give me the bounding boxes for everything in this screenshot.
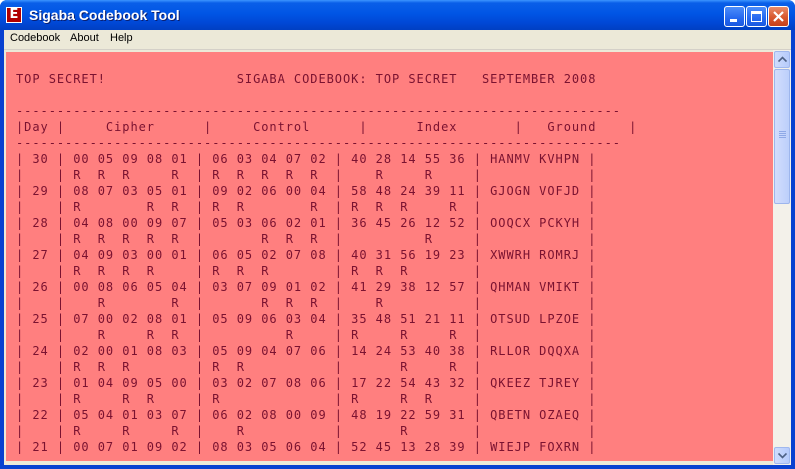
codebook-line: | | R R R R R | R R R | R | | — [16, 232, 597, 246]
codebook-line: | | R R R | R | R | | — [16, 424, 597, 438]
chevron-up-icon — [778, 56, 787, 63]
sigaba-app-icon[interactable]: E — [6, 7, 22, 23]
vertical-scrollbar[interactable] — [773, 50, 791, 465]
codebook-line: | | R R R | R | R R R | | — [16, 392, 597, 406]
maximize-button[interactable] — [746, 6, 767, 27]
window-title: Sigaba Codebook Tool — [29, 7, 180, 23]
menu-codebook[interactable]: Codebook — [10, 32, 60, 44]
client-area: TOP SECRET! SIGABA CODEBOOK: TOP SECRET … — [4, 50, 791, 465]
menu-about[interactable]: About — [70, 32, 99, 44]
codebook-line: | 28 | 04 08 00 09 07 | 05 03 06 02 01 |… — [16, 216, 597, 230]
codebook-text-area[interactable]: TOP SECRET! SIGABA CODEBOOK: TOP SECRET … — [6, 52, 773, 461]
menu-help[interactable]: Help — [110, 32, 133, 44]
codebook-line: | 21 | 00 07 01 09 02 | 08 03 05 06 04 |… — [16, 440, 597, 454]
scroll-thumb[interactable] — [774, 69, 790, 204]
codebook-line: | 24 | 02 00 01 08 03 | 05 09 04 07 06 |… — [16, 344, 597, 358]
codebook-text: TOP SECRET! SIGABA CODEBOOK: TOP SECRET … — [16, 55, 637, 455]
codebook-line: | | R R R | R R | R R | | — [16, 360, 597, 374]
codebook-line: TOP SECRET! SIGABA CODEBOOK: TOP SECRET … — [16, 72, 597, 86]
chevron-down-icon — [778, 452, 787, 459]
codebook-line: ----------------------------------------… — [16, 136, 621, 150]
codebook-line: | 26 | 00 08 06 05 04 | 03 07 09 01 02 |… — [16, 280, 597, 294]
codebook-line: | 30 | 00 05 09 08 01 | 06 03 04 07 02 |… — [16, 152, 597, 166]
maximize-icon — [751, 11, 762, 22]
scroll-down-button[interactable] — [774, 447, 790, 464]
codebook-line: | | R R | R R R | R | | — [16, 296, 597, 310]
scroll-up-button[interactable] — [774, 51, 790, 68]
app-window: E Sigaba Codebook Tool Codebook About He… — [0, 0, 795, 469]
codebook-line: | 25 | 07 00 02 08 01 | 05 09 06 03 04 |… — [16, 312, 597, 326]
close-button[interactable] — [768, 6, 789, 27]
minimize-icon — [730, 19, 737, 22]
minimize-button[interactable] — [724, 6, 745, 27]
codebook-line: | | R R R | R | R R R | | — [16, 328, 597, 342]
codebook-line: | 29 | 08 07 03 05 01 | 09 02 06 00 04 |… — [16, 184, 597, 198]
codebook-line: | 22 | 05 04 01 03 07 | 06 02 08 00 09 |… — [16, 408, 597, 422]
codebook-line: | 23 | 01 04 09 05 00 | 03 02 07 08 06 |… — [16, 376, 597, 390]
menu-bar: Codebook About Help — [4, 30, 791, 50]
title-bar[interactable]: E Sigaba Codebook Tool — [0, 0, 795, 30]
codebook-line: | | R R R R | R R R R R | R R | | — [16, 168, 597, 182]
codebook-line: |Day | Cipher | Control | Index | Ground… — [16, 120, 638, 134]
codebook-line: ----------------------------------------… — [16, 104, 621, 118]
close-icon — [773, 11, 784, 22]
codebook-line: | | R R R | R R R | R R R R | | — [16, 200, 597, 214]
codebook-line: | 27 | 04 09 03 00 01 | 06 05 02 07 08 |… — [16, 248, 597, 262]
codebook-line: | | R R R R | R R R | R R R | | — [16, 264, 597, 278]
